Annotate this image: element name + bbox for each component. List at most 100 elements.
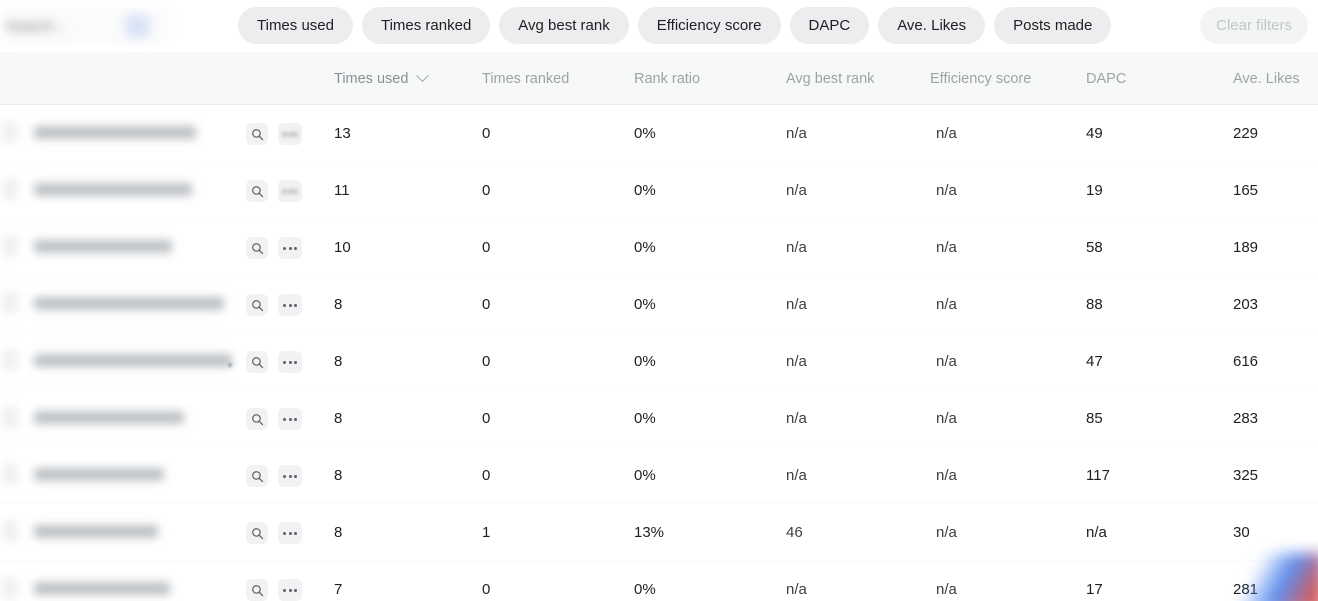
cell-ave-likes: 325	[1233, 467, 1259, 484]
column-header-avg-best-rank[interactable]: Avg best rank	[786, 52, 874, 105]
cell-rank-ratio: 0%	[634, 296, 656, 313]
cell-rank-ratio: 0%	[634, 125, 656, 142]
cell-times-ranked: 1	[482, 524, 491, 541]
search-box[interactable]	[0, 8, 168, 44]
inspect-button[interactable]	[246, 579, 268, 601]
cell-times-used: 8	[334, 524, 343, 541]
filter-chip-posts-made[interactable]: Posts made	[994, 7, 1112, 44]
inspect-button[interactable]	[246, 522, 268, 544]
cell-times-used: 13	[334, 125, 351, 142]
table-row[interactable]: 10 0 0% n/a n/a 58 189	[0, 219, 1318, 276]
inspect-button[interactable]	[246, 237, 268, 259]
cell-times-used: 7	[334, 581, 343, 598]
inspect-button[interactable]	[246, 465, 268, 487]
table-row[interactable]: 8 0 0% n/a n/a 85 283	[0, 390, 1318, 447]
row-rank-badge	[2, 349, 18, 371]
row-rank-badge	[2, 178, 18, 200]
table-row[interactable]: 8 0 0% n/a n/a 117 325	[0, 447, 1318, 504]
table-row[interactable]: 8 0 0% n/a n/a 47 616	[0, 333, 1318, 390]
cell-rank-ratio: 0%	[634, 182, 656, 199]
filter-chip-avg-best-rank[interactable]: Avg best rank	[499, 7, 629, 44]
more-actions-button[interactable]	[278, 579, 302, 601]
cell-efficiency-score: n/a	[936, 524, 957, 541]
inspect-button[interactable]	[246, 351, 268, 373]
search-icon	[251, 584, 263, 596]
cell-avg-best-rank: n/a	[786, 296, 807, 313]
search-icon	[251, 185, 263, 197]
row-rank-badge	[2, 577, 18, 599]
inspect-button[interactable]	[246, 123, 268, 145]
cell-rank-ratio: 0%	[634, 239, 656, 256]
table-row[interactable]: 11 0 0% n/a n/a 19 165	[0, 162, 1318, 219]
search-icon	[251, 242, 263, 254]
cell-times-ranked: 0	[482, 467, 491, 484]
search-submit-icon[interactable]	[125, 14, 150, 38]
cell-avg-best-rank: n/a	[786, 353, 807, 370]
cell-ave-likes: 616	[1233, 353, 1259, 370]
cell-dapc: 19	[1086, 182, 1103, 199]
more-horizontal-icon	[283, 531, 297, 535]
cell-ave-likes: 203	[1233, 296, 1259, 313]
cell-ave-likes: 229	[1233, 125, 1259, 142]
cell-avg-best-rank: n/a	[786, 467, 807, 484]
column-header-ave-likes[interactable]: Ave. Likes	[1233, 52, 1300, 105]
more-actions-button[interactable]	[278, 180, 302, 202]
cell-efficiency-score: n/a	[936, 353, 957, 370]
inspect-button[interactable]	[246, 180, 268, 202]
inspect-button[interactable]	[246, 294, 268, 316]
inspect-button[interactable]	[246, 408, 268, 430]
cell-dapc: 88	[1086, 296, 1103, 313]
more-horizontal-icon	[283, 417, 297, 421]
column-header-efficiency-score[interactable]: Efficiency score	[930, 52, 1031, 105]
more-actions-button[interactable]	[278, 408, 302, 430]
cell-times-used: 8	[334, 467, 343, 484]
row-rank-badge	[2, 292, 18, 314]
cell-avg-best-rank: n/a	[786, 125, 807, 142]
column-header-times-ranked[interactable]: Times ranked	[482, 52, 569, 105]
row-name-label	[34, 118, 196, 146]
more-actions-button[interactable]	[278, 351, 302, 373]
table-row[interactable]: 8 1 13% 46 n/a n/a 30	[0, 504, 1318, 561]
more-horizontal-icon	[283, 246, 297, 250]
cell-rank-ratio: 0%	[634, 581, 656, 598]
table-row[interactable]: 8 0 0% n/a n/a 88 203	[0, 276, 1318, 333]
row-name-label	[34, 289, 224, 317]
page-root: Times used Times ranked Avg best rank Ef…	[0, 0, 1318, 601]
table-header-row: Times used Times ranked Rank ratio Avg b…	[0, 52, 1318, 105]
cell-efficiency-score: n/a	[936, 467, 957, 484]
more-actions-button[interactable]	[278, 522, 302, 544]
row-rank-badge	[2, 235, 18, 257]
more-horizontal-icon	[283, 132, 297, 136]
cell-dapc: 47	[1086, 353, 1103, 370]
column-header-times-used[interactable]: Times used	[334, 52, 430, 105]
cell-avg-best-rank: n/a	[786, 239, 807, 256]
row-name-label	[34, 574, 170, 601]
filter-chip-times-used[interactable]: Times used	[238, 7, 353, 44]
cell-efficiency-score: n/a	[936, 239, 957, 256]
table-row[interactable]: 7 0 0% n/a n/a 17 281	[0, 561, 1318, 601]
cell-avg-best-rank: 46	[786, 524, 803, 541]
more-actions-button[interactable]	[278, 123, 302, 145]
cell-efficiency-score: n/a	[936, 296, 957, 313]
row-name-label	[34, 403, 184, 431]
search-input[interactable]	[6, 17, 118, 35]
cell-efficiency-score: n/a	[936, 410, 957, 427]
filter-chip-times-ranked[interactable]: Times ranked	[361, 7, 491, 44]
cell-times-ranked: 0	[482, 182, 491, 199]
filter-chip-dapc[interactable]: DAPC	[789, 7, 870, 44]
filter-chip-ave-likes[interactable]: Ave. Likes	[878, 7, 986, 44]
row-rank-badge	[2, 121, 18, 143]
cell-times-used: 11	[334, 182, 350, 199]
more-actions-button[interactable]	[278, 294, 302, 316]
more-actions-button[interactable]	[278, 465, 302, 487]
clear-filters-button[interactable]: Clear filters	[1200, 7, 1308, 44]
column-header-dapc[interactable]: DAPC	[1086, 52, 1126, 105]
search-icon	[251, 299, 263, 311]
filter-chip-efficiency-score[interactable]: Efficiency score	[637, 7, 781, 44]
search-icon	[251, 413, 263, 425]
row-rank-badge	[2, 463, 18, 485]
more-horizontal-icon	[283, 189, 297, 193]
table-row[interactable]: 13 0 0% n/a n/a 49 229	[0, 105, 1318, 162]
column-header-rank-ratio[interactable]: Rank ratio	[634, 52, 700, 105]
more-actions-button[interactable]	[278, 237, 302, 259]
